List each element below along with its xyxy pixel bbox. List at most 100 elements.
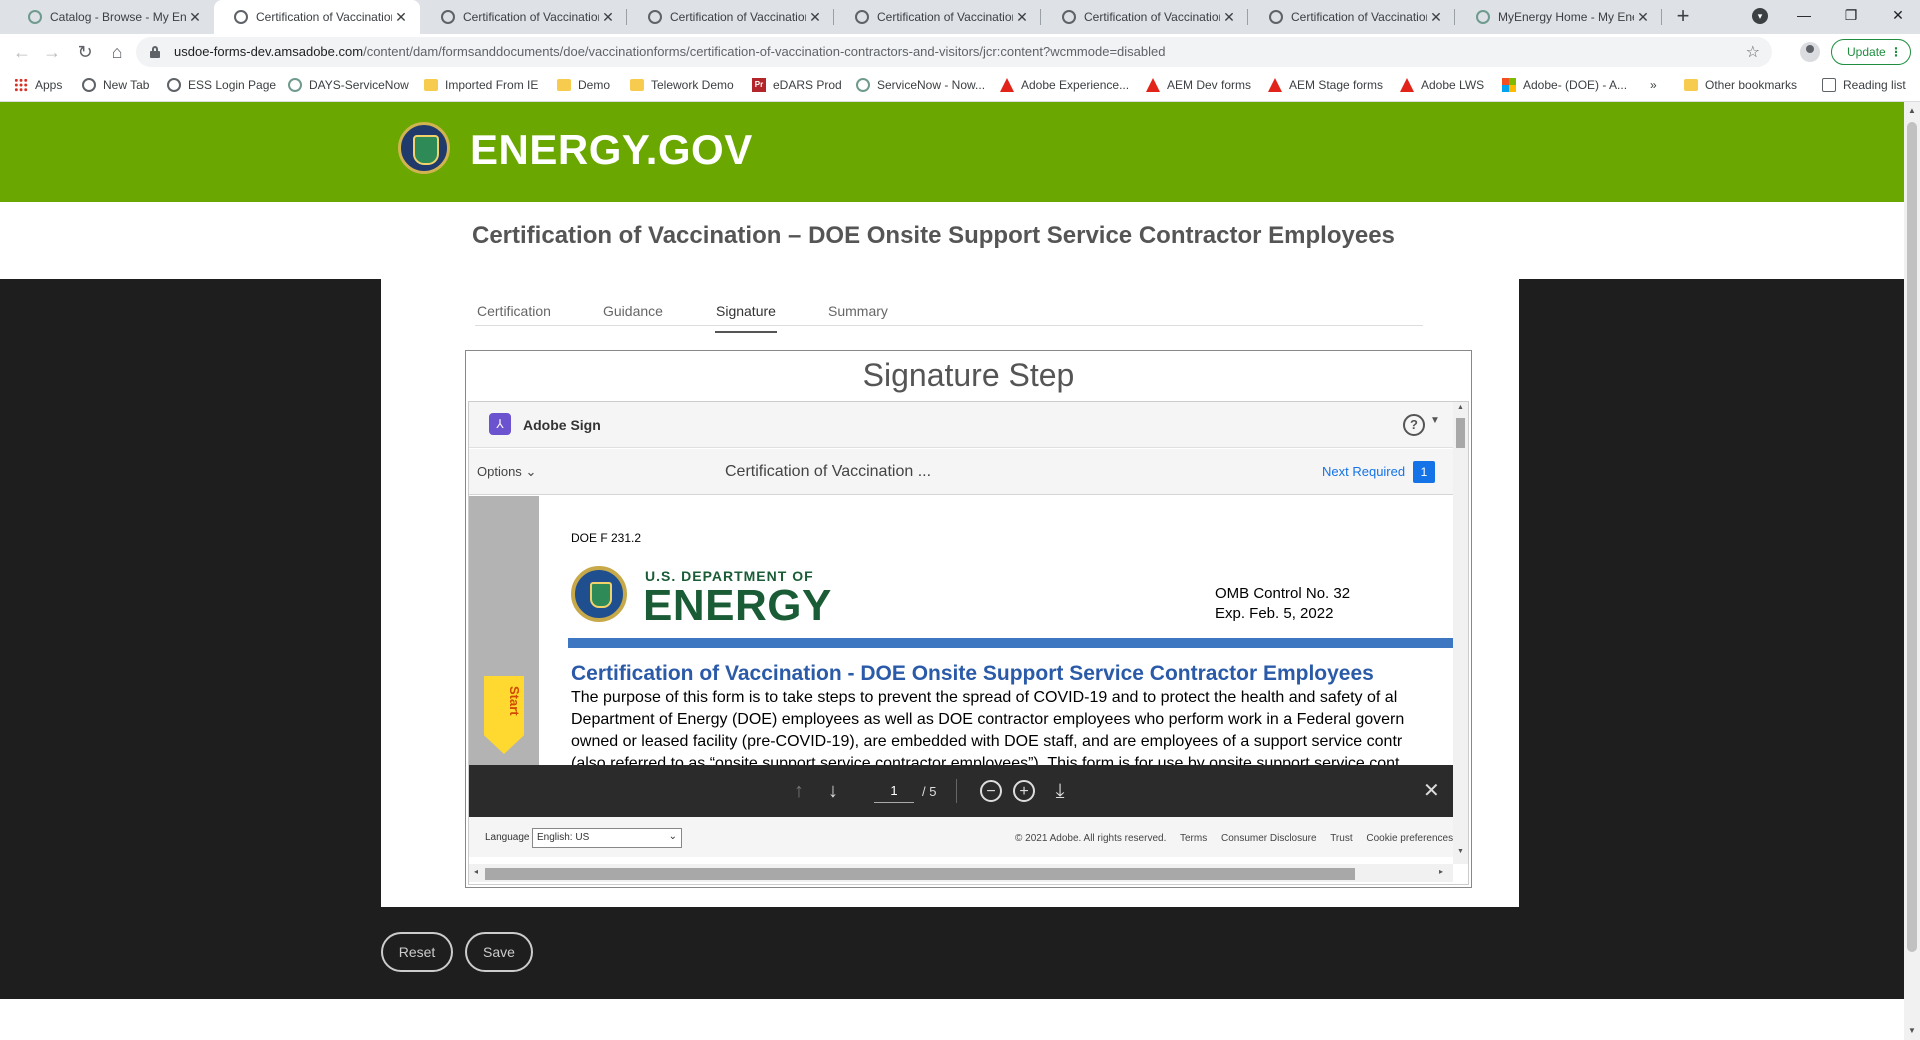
consumer-disclosure-link[interactable]: Consumer Disclosure [1221,833,1317,844]
bookmarks-overflow-chevron[interactable]: » [1650,78,1657,92]
language-select[interactable]: English: US ⌄ [532,828,682,848]
back-arrow-icon[interactable]: ← [10,40,34,64]
scroll-up-arrow-icon[interactable]: ▲ [1457,404,1464,411]
bookmark-item[interactable]: Adobe- (DOE) - A... [1502,78,1627,92]
next-page-arrow-icon[interactable]: ↓ [820,778,846,804]
minimize-icon[interactable]: — [1782,0,1826,30]
language-label: Language [485,832,530,843]
scroll-thumb[interactable] [485,868,1355,880]
document-name: Certification of Vaccination ... [725,463,932,480]
browser-tab-active[interactable]: Certification of Vaccination ✕ [214,0,420,34]
scroll-right-arrow-icon[interactable]: ▸ [1439,867,1443,876]
start-flag-button[interactable]: Start [484,676,524,754]
bookmark-item[interactable]: DAYS-ServiceNow [288,78,409,92]
window-close-icon[interactable]: ✕ [1876,0,1920,30]
bookmark-item[interactable]: Imported From IE [424,78,538,92]
new-tab-plus-icon[interactable]: + [1670,4,1696,30]
scroll-down-arrow-icon[interactable]: ▼ [1457,848,1464,855]
close-tab-icon[interactable]: ✕ [599,9,617,26]
next-required-count-badge[interactable]: 1 [1413,461,1435,483]
bookmark-label: Telework Demo [651,78,734,92]
bookmark-item[interactable]: Adobe LWS [1400,78,1484,92]
bookmark-star-icon[interactable]: ☆ [1746,42,1760,62]
close-tab-icon[interactable]: ✕ [186,9,204,26]
bookmark-item[interactable]: AEM Stage forms [1268,78,1383,92]
bookmark-item[interactable]: Demo [557,78,610,92]
bookmark-item[interactable]: Adobe Experience... [1000,78,1129,92]
url-path: /content/dam/formsanddocuments/doe/vacci… [363,44,1166,59]
reset-button[interactable]: Reset [381,932,453,972]
browser-tab-strip: Catalog - Browse - My Ene ✕ Certificatio… [0,0,1920,34]
restore-icon[interactable]: ❐ [1829,0,1873,30]
browser-tab[interactable]: Certification of Vaccination ✕ [421,0,627,34]
browser-tab[interactable]: Certification of Vaccination ✕ [835,0,1041,34]
browser-tab[interactable]: Catalog - Browse - My Ene ✕ [8,0,214,34]
tab-search-icon[interactable]: ▾ [1752,8,1768,24]
browser-tab-title: Certification of Vaccination [463,10,599,24]
scroll-thumb[interactable] [1456,418,1465,448]
forward-arrow-icon[interactable]: → [40,40,64,64]
reload-icon[interactable]: ↻ [73,40,97,64]
bookmark-item[interactable]: Telework Demo [630,78,734,92]
reading-list[interactable]: Reading list [1822,78,1906,92]
update-button[interactable]: Update ⋮ [1831,39,1911,65]
browser-tab[interactable]: Certification of Vaccination ✕ [628,0,834,34]
bookmark-item[interactable]: ESS Login Page [167,78,276,92]
chevron-down-icon[interactable]: ▼ [1430,415,1440,426]
tab-signature[interactable]: Signature [715,303,777,333]
options-dropdown[interactable]: Options ⌄ [477,464,536,480]
adobe-icon [1400,78,1414,92]
page-number-input[interactable]: 1 [874,779,914,803]
zoom-in-icon[interactable]: + [1013,780,1035,802]
scroll-down-arrow-icon[interactable]: ▼ [1908,1026,1916,1035]
doe-seal-icon [571,566,627,622]
next-required-button[interactable]: Next Required [1322,464,1405,479]
bookmark-item[interactable]: ServiceNow - Now... [856,78,985,92]
bookmark-item[interactable]: Pr eDARS Prod [752,78,842,92]
tab-guidance[interactable]: Guidance [603,303,663,319]
close-tab-icon[interactable]: ✕ [1427,9,1445,26]
terms-link[interactable]: Terms [1180,833,1207,844]
close-tab-icon[interactable]: ✕ [806,9,824,26]
globe-icon [441,10,455,24]
tab-summary[interactable]: Summary [828,303,888,319]
browser-tab[interactable]: Certification of Vaccination ✕ [1042,0,1248,34]
close-tab-icon[interactable]: ✕ [1220,9,1238,26]
browser-tab[interactable]: MyEnergy Home - My Ene ✕ [1456,0,1662,34]
site-title[interactable]: ENERGY.GOV [470,126,753,174]
download-icon[interactable]: ⤓ [1047,778,1073,804]
scroll-thumb[interactable] [1907,122,1917,952]
browser-tab-title: Certification of Vaccination [1084,10,1220,24]
tab-certification[interactable]: Certification [477,303,551,319]
zoom-out-icon[interactable]: − [980,780,1002,802]
bookmark-item[interactable]: AEM Dev forms [1146,78,1251,92]
frame-vertical-scrollbar[interactable]: ▲ ▼ [1453,402,1468,864]
close-toolbar-icon[interactable]: ✕ [1423,778,1440,803]
frame-horizontal-scrollbar[interactable]: ◂ ▸ [469,864,1453,882]
close-tab-icon[interactable]: ✕ [1013,9,1031,26]
url-text[interactable]: usdoe-forms-dev.amsadobe.com/content/dam… [174,44,1165,59]
save-button[interactable]: Save [465,932,533,972]
doe-seal-icon[interactable] [398,122,450,174]
close-tab-icon[interactable]: ✕ [392,9,410,26]
home-icon[interactable]: ⌂ [105,40,129,64]
browser-tab[interactable]: Certification of Vaccination ✕ [1249,0,1455,34]
trust-link[interactable]: Trust [1330,833,1352,844]
options-label: Options [477,464,522,479]
bookmark-item[interactable]: Apps [14,78,62,92]
bookmark-item[interactable]: New Tab [82,78,149,92]
profile-avatar-icon[interactable] [1800,42,1820,62]
previous-page-arrow-icon[interactable]: ↑ [786,778,812,804]
address-bar[interactable]: usdoe-forms-dev.amsadobe.com/content/dam… [136,37,1772,67]
help-icon[interactable]: ? [1403,414,1425,436]
bookmark-label: ESS Login Page [188,78,277,92]
folder-icon [557,79,571,91]
cookie-preferences-link[interactable]: Cookie preferences [1366,833,1453,844]
copyright-text: © 2021 Adobe. All rights reserved. [1015,833,1167,844]
scroll-up-arrow-icon[interactable]: ▲ [1908,106,1916,115]
scroll-left-arrow-icon[interactable]: ◂ [474,867,478,876]
page-title: Certification of Vaccination – DOE Onsit… [472,222,1395,249]
page-scrollbar[interactable]: ▲ ▼ [1904,102,1920,1040]
bookmark-item[interactable]: Other bookmarks [1684,78,1797,92]
close-tab-icon[interactable]: ✕ [1634,9,1652,26]
